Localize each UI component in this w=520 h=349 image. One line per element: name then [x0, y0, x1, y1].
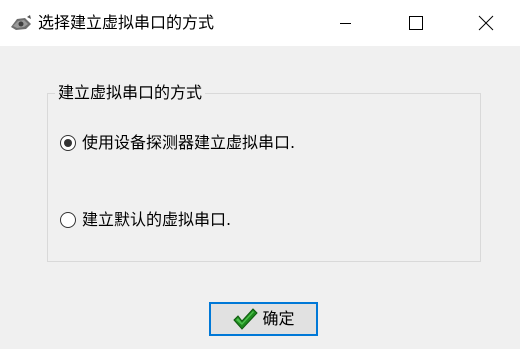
radio-button-unselected[interactable] — [60, 212, 76, 228]
radio-option-device-detector[interactable]: 使用设备探测器建立虚拟串口. — [60, 132, 295, 154]
radio-option-default[interactable]: 建立默认的虚拟串口. — [60, 209, 231, 231]
maximize-button[interactable] — [380, 0, 450, 46]
close-icon — [478, 15, 494, 31]
window-title: 选择建立虚拟串口的方式 — [38, 13, 215, 32]
radio-dot — [64, 139, 72, 147]
dialog-window: 选择建立虚拟串口的方式 建立虚拟串口的方式 使用设备探测器建立虚拟串口. 建立默… — [0, 0, 520, 349]
ok-button-content: 确定 — [232, 307, 295, 331]
checkmark-icon — [233, 308, 259, 330]
close-button[interactable] — [450, 0, 520, 46]
app-gear-icon — [9, 13, 33, 33]
title-bar[interactable]: 选择建立虚拟串口的方式 — [0, 0, 520, 46]
groupbox-legend: 建立虚拟串口的方式 — [55, 83, 206, 103]
method-groupbox — [47, 93, 481, 262]
radio-button-selected[interactable] — [60, 135, 76, 151]
maximize-icon — [409, 16, 423, 30]
ok-button[interactable]: 确定 — [209, 302, 318, 336]
radio-label-device-detector[interactable]: 使用设备探测器建立虚拟串口. — [82, 133, 295, 153]
radio-label-default[interactable]: 建立默认的虚拟串口. — [82, 210, 231, 230]
minimize-icon — [340, 23, 351, 24]
ok-button-label: 确定 — [262, 309, 295, 328]
minimize-button[interactable] — [310, 0, 380, 46]
